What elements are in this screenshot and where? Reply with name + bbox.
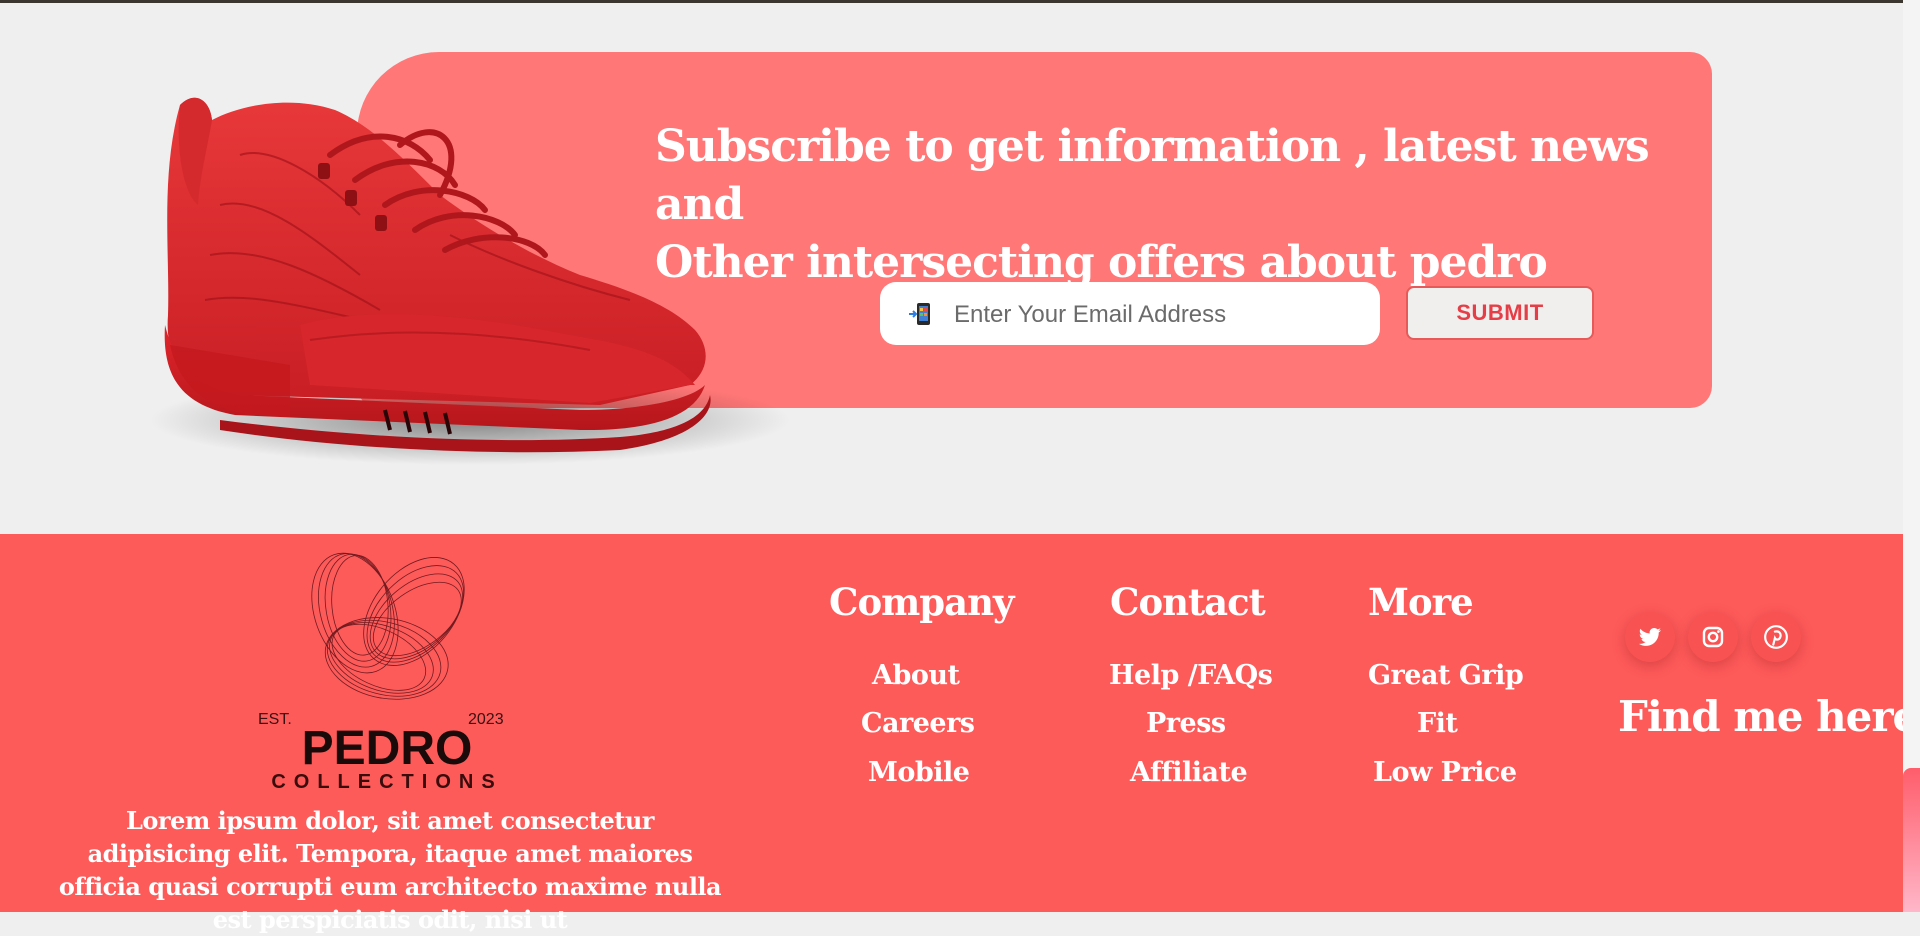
- find-me-heading: Find me here: [1618, 692, 1919, 741]
- subscribe-heading-line1: Subscribe to get information , latest ne…: [655, 121, 1650, 230]
- footer-link-great-grip[interactable]: Great Grip: [1368, 660, 1524, 691]
- top-border: [0, 0, 1903, 3]
- footer-link-careers[interactable]: Careers: [861, 708, 975, 739]
- footer-link-help-faqs[interactable]: Help /FAQs: [1109, 660, 1273, 691]
- footer-description: Lorem ipsum dolor, sit amet consectetur …: [58, 806, 722, 934]
- mobile-phone-arrow-icon: [909, 303, 930, 325]
- footer-col-title-more: More: [1368, 580, 1474, 624]
- instagram-button[interactable]: [1688, 612, 1738, 662]
- submit-button[interactable]: SUBMIT: [1406, 286, 1594, 340]
- footer-col-title-company: Company: [829, 580, 1015, 624]
- scrollbar-thumb[interactable]: [1903, 768, 1920, 912]
- footer-link-affiliate[interactable]: Affiliate: [1130, 757, 1248, 788]
- pedro-collections-logo: EST. 2023 PEDRO COLLECTIONS: [258, 552, 504, 793]
- email-input[interactable]: [952, 282, 1366, 347]
- footer-link-mobile[interactable]: Mobile: [868, 757, 970, 788]
- twitter-icon: [1639, 628, 1661, 646]
- footer-link-fit[interactable]: Fit: [1417, 708, 1458, 739]
- footer-link-low-price[interactable]: Low Price: [1373, 757, 1517, 788]
- footer-link-about[interactable]: About: [872, 660, 960, 691]
- logo-year: 2023: [468, 711, 504, 728]
- twitter-button[interactable]: [1625, 612, 1675, 662]
- footer-link-press[interactable]: Press: [1146, 708, 1226, 739]
- logo-name: PEDRO: [302, 722, 473, 775]
- email-field-container: [880, 282, 1380, 347]
- pinterest-button[interactable]: [1751, 612, 1801, 662]
- subscribe-heading-line2: Other intersecting offers about pedro: [655, 237, 1548, 288]
- logo-sub: COLLECTIONS: [271, 771, 502, 793]
- instagram-icon: [1702, 626, 1724, 648]
- pinterest-icon: [1764, 625, 1788, 649]
- subscribe-heading: Subscribe to get information , latest ne…: [655, 118, 1655, 292]
- logo-est: EST.: [258, 711, 292, 728]
- footer-col-title-contact: Contact: [1110, 580, 1266, 624]
